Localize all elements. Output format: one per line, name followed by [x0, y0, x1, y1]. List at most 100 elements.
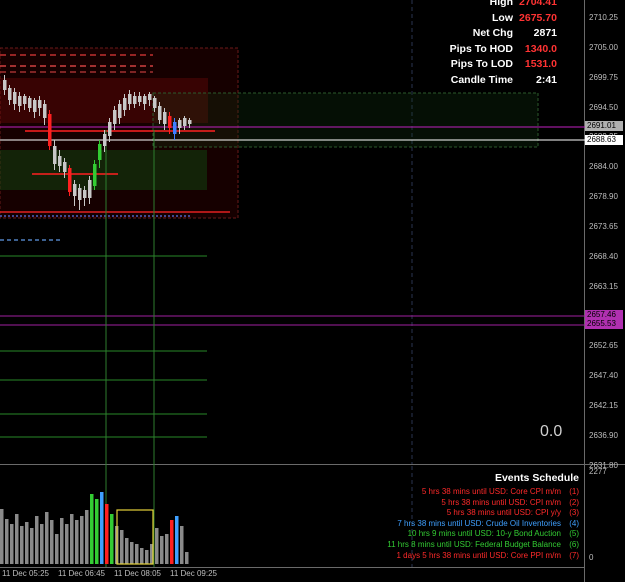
candle-body	[18, 96, 22, 106]
price-tick: 2652.65	[589, 341, 618, 351]
candle-body	[33, 100, 37, 112]
event-number: (7)	[569, 550, 579, 560]
stat-value: 2:41	[535, 73, 557, 86]
volume-bar	[140, 548, 144, 564]
price-tick: 2684.00	[589, 162, 618, 172]
volume-bar	[30, 528, 34, 564]
candle-body	[13, 92, 17, 104]
volume-bar	[75, 520, 79, 564]
event-number: (6)	[569, 539, 579, 549]
stat-value: 2675.70	[519, 11, 557, 24]
event-number: (4)	[569, 518, 579, 528]
volume-bar	[80, 516, 84, 564]
candle-body	[48, 114, 52, 146]
candle-body	[143, 96, 147, 104]
candle-body	[58, 156, 62, 166]
candle-body	[88, 180, 92, 198]
stat-net-chg: Net Chg 2871	[472, 27, 557, 39]
candle-body	[73, 184, 77, 196]
volume-bar	[100, 492, 104, 564]
event-item: 7 hrs 38 mins until USD: Crude Oil Inven…	[319, 519, 579, 530]
time-axis[interactable]: 11 Dec 05:25 11 Dec 06:45 11 Dec 08:05 11 D…	[0, 568, 585, 582]
volume-bar	[20, 526, 24, 564]
event-item: 1 days 5 hrs 38 mins until USD: Core PPI…	[319, 550, 580, 562]
price-tick: 2694.50	[589, 102, 618, 112]
demand-zone	[0, 150, 207, 190]
volume-bar	[40, 524, 44, 564]
stats-panel: High 2704.41 Low 2675.70 Net Chg 2871 Pips …	[417, 0, 557, 89]
candle-body	[3, 80, 7, 90]
candle-body	[98, 144, 102, 160]
price-scale[interactable]: 2710.252705.002699.752694.502689.252684.…	[585, 0, 625, 470]
stat-value: 1531.0	[524, 58, 557, 70]
candle-body	[188, 120, 192, 124]
volume-bar	[45, 512, 49, 564]
price-tick: 2647.40	[589, 371, 618, 381]
volume-bar	[110, 514, 114, 564]
volume-bar	[120, 530, 124, 564]
candle-body	[113, 110, 117, 124]
indicator-value: 0.0	[540, 423, 563, 440]
volume-bar	[175, 516, 179, 564]
candle-body	[43, 104, 47, 118]
candle-body	[63, 162, 67, 172]
volume-scale-min: 0	[589, 553, 594, 562]
volume-bar	[0, 509, 4, 564]
volume-bar	[85, 510, 89, 564]
stat-value: 2871	[533, 27, 557, 39]
volume-bar	[125, 538, 129, 564]
volume-bar	[50, 520, 54, 564]
event-number: (2)	[569, 497, 579, 507]
event-text: 11 hrs 8 mins until USD: Federal Budget …	[387, 539, 561, 549]
volume-scale-max: 2277	[589, 467, 607, 476]
volume-bar	[145, 550, 149, 564]
volume-bar	[135, 544, 139, 564]
event-number: (3)	[569, 508, 579, 518]
event-item: 5 hrs 38 mins until USD: CPI m/m (2)	[319, 498, 579, 509]
volume-bar	[5, 519, 9, 564]
candle-body	[38, 100, 42, 108]
event-text: 5 hrs 38 mins until USD: CPI y/y	[446, 508, 561, 518]
stat-low: Low 2675.70	[492, 11, 557, 24]
candle-body	[23, 96, 27, 104]
volume-bar	[15, 514, 19, 564]
stat-value: 2704.41	[519, 0, 557, 8]
event-text: 1 days 5 hrs 38 mins until USD: Core PPI…	[396, 550, 562, 560]
candle-body	[118, 104, 122, 118]
price-tick: 2705.00	[589, 42, 618, 52]
volume-bar	[95, 499, 99, 564]
candle-body	[8, 88, 12, 100]
event-text: 5 hrs 38 mins until USD: CPI m/m	[441, 497, 561, 507]
candle-body	[128, 94, 132, 104]
volume-bar	[55, 534, 59, 564]
volume-bar	[10, 524, 14, 564]
candle-body	[183, 118, 187, 126]
volume-bar	[65, 524, 69, 564]
price-tick: 2699.75	[589, 72, 618, 82]
candle-body	[108, 122, 112, 136]
time-label: 11 Dec 05:25	[2, 569, 49, 578]
volume-bar	[25, 522, 29, 564]
event-text: 5 hrs 38 mins until USD: Core CPI m/m	[421, 487, 561, 496]
volume-bar	[130, 542, 134, 564]
event-item: 5 hrs 38 mins until USD: CPI y/y (3)	[319, 508, 579, 519]
price-tick: 2642.15	[589, 401, 618, 411]
price-tick: 2663.15	[589, 281, 618, 291]
stat-pips-to-hod: Pips To HOD 1340.0	[449, 42, 557, 55]
volume-bar	[170, 520, 174, 564]
candle-body	[28, 98, 32, 108]
stat-pips-to-lod: Pips To LOD 1531.0	[450, 58, 557, 70]
stat-candle-time: Candle Time 2:41	[450, 73, 557, 86]
price-tick: 2668.40	[589, 251, 618, 261]
candle-body	[53, 146, 57, 164]
candle-body	[103, 134, 107, 146]
candle-body	[83, 190, 87, 198]
candle-body	[68, 168, 72, 192]
candle-body	[138, 96, 142, 102]
event-text: 10 hrs 9 mins until USD: 10-y Bond Aucti…	[407, 529, 561, 539]
volume-bar	[90, 494, 94, 564]
volume-bar	[105, 504, 109, 564]
volume-bar	[70, 514, 74, 564]
events-title: Events Schedule	[494, 472, 579, 484]
demand-zone-box	[152, 92, 539, 148]
